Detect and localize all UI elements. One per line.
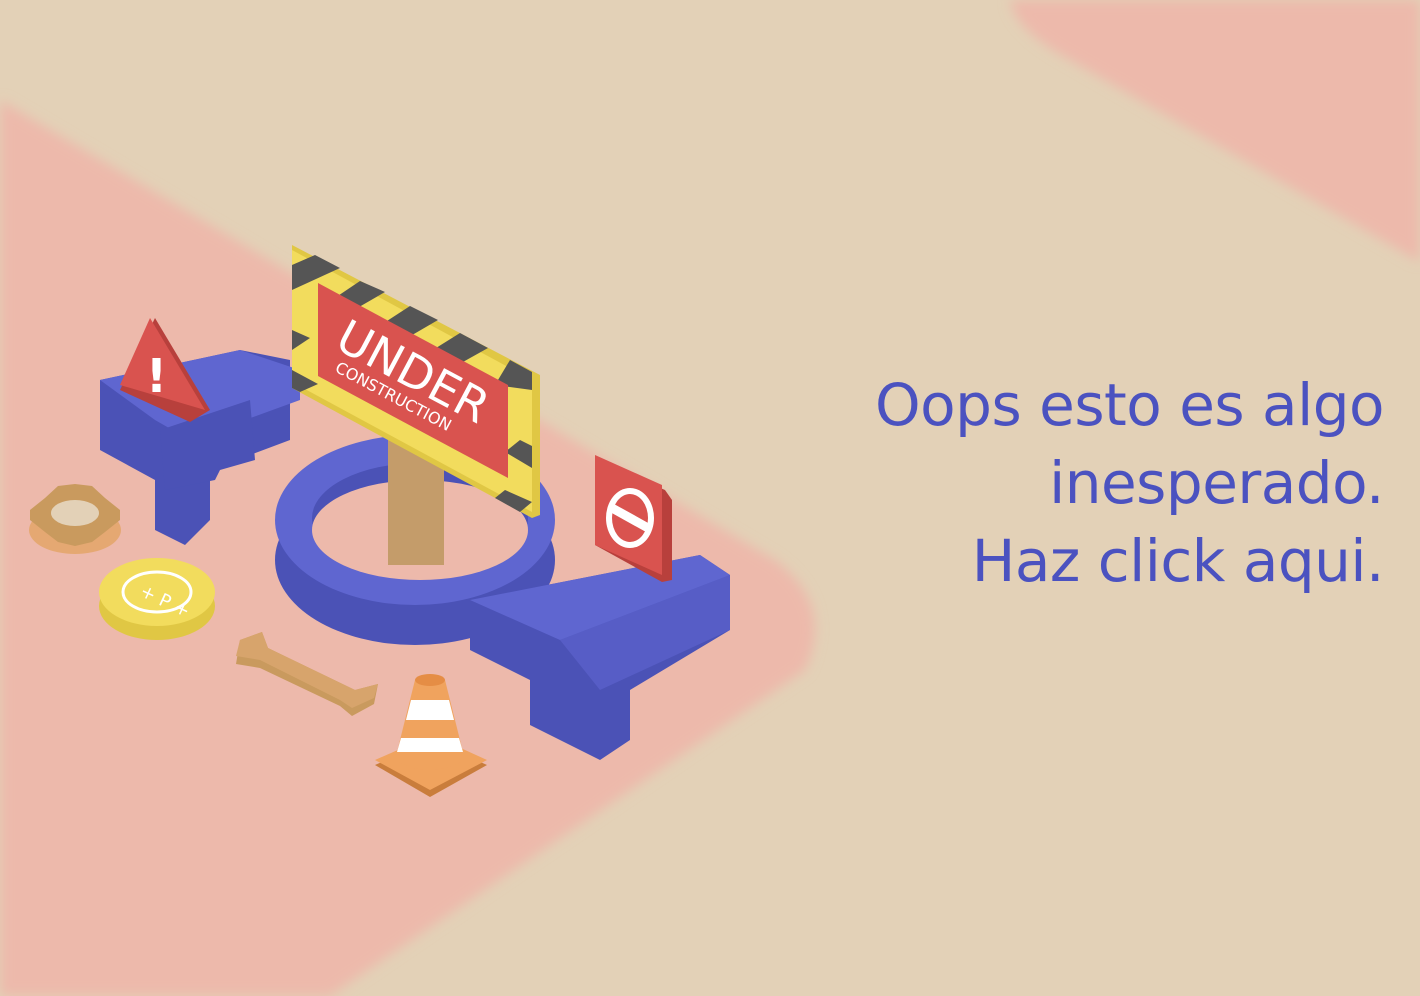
gear-icon xyxy=(29,484,121,554)
message-line-3: Haz click aqui. xyxy=(971,527,1385,595)
wrench-icon xyxy=(236,632,378,716)
coin-icon: + P + xyxy=(99,558,215,640)
no-entry-icon xyxy=(595,455,672,582)
traffic-cone-icon xyxy=(375,674,487,797)
svg-text:!: ! xyxy=(146,349,167,403)
message-line-1: Oops esto es algo xyxy=(875,371,1384,439)
message-line-2: inesperado. xyxy=(1049,449,1384,517)
home-link-message[interactable]: Oops esto es algo inesperado. Haz click … xyxy=(744,366,1384,600)
